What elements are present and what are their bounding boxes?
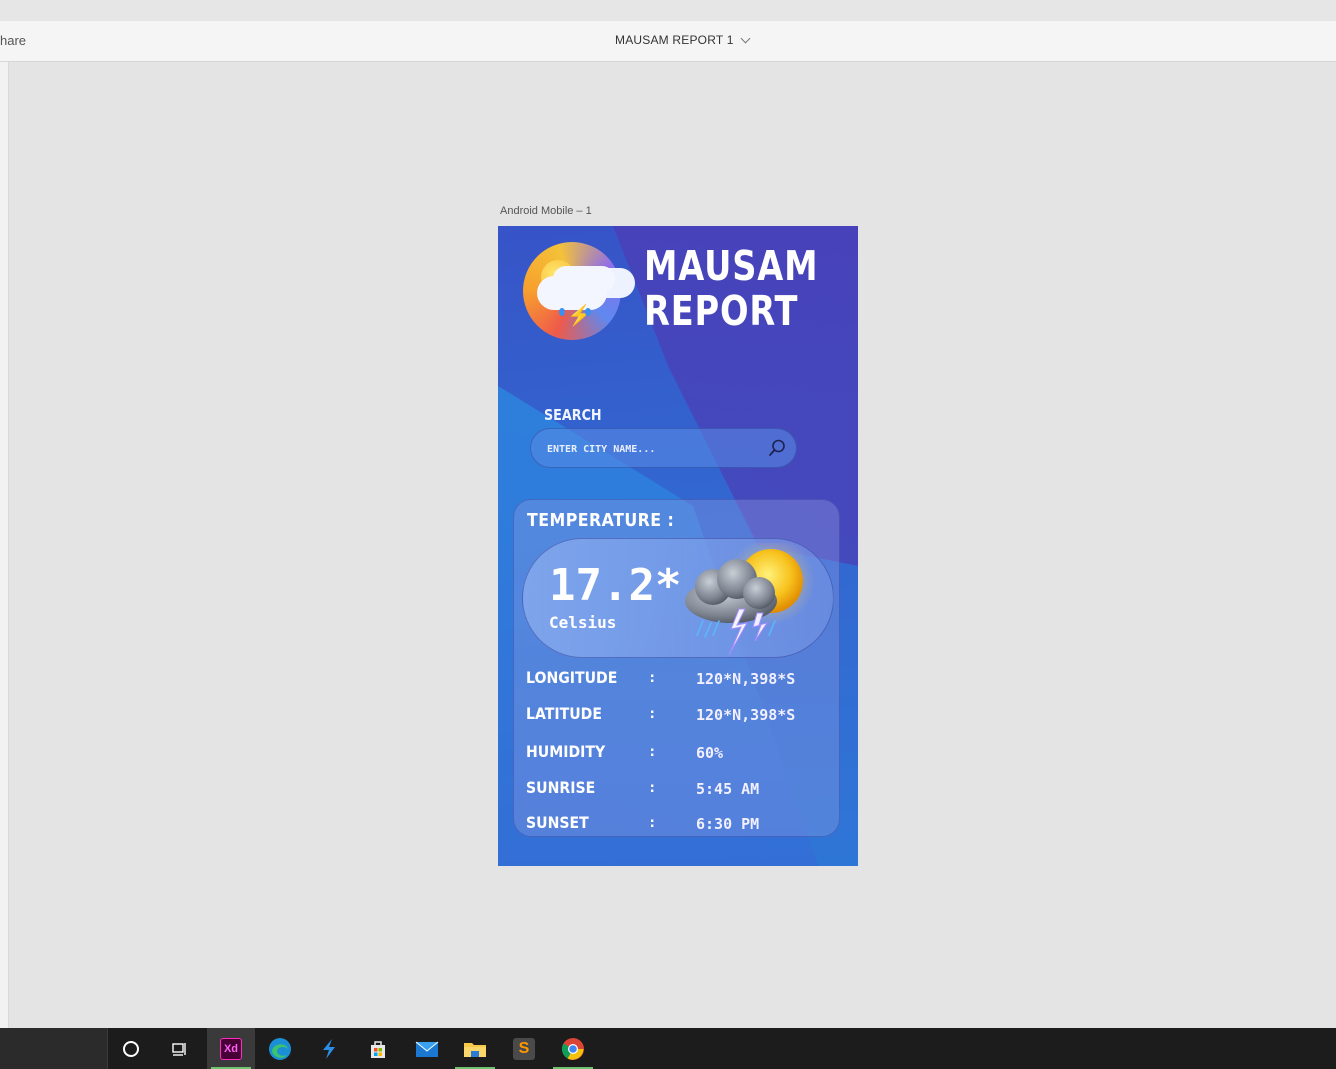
task-view-icon[interactable] — [156, 1028, 204, 1069]
app-header: hare MAUSAM REPORT 1 — [0, 21, 1336, 62]
left-panel-edge — [0, 62, 9, 1028]
latitude-label: LATITUDE — [526, 704, 602, 723]
city-search-input[interactable] — [545, 438, 759, 460]
separator: : — [648, 780, 657, 796]
humidity-label: HUMIDITY — [526, 742, 606, 761]
document-title-dropdown[interactable]: MAUSAM REPORT 1 — [615, 33, 751, 47]
separator: : — [648, 706, 657, 722]
cortana-circle-icon[interactable] — [107, 1028, 155, 1069]
window-top-strip — [0, 0, 1336, 21]
detail-row-latitude: LATITUDE : 120*N,398*S — [526, 704, 826, 726]
search-label: SEARCH — [544, 406, 602, 424]
separator: : — [648, 815, 657, 831]
separator: : — [648, 670, 657, 686]
temperature-unit: Celsius — [549, 613, 617, 632]
detail-row-longitude: LONGITUDE : 120*N,398*S — [526, 668, 826, 690]
thunderstorm-sun-icon — [685, 543, 813, 656]
longitude-label: LONGITUDE — [526, 668, 618, 687]
raindrop-icon — [559, 308, 565, 316]
app-title: MAUSAM REPORT — [644, 244, 818, 334]
artboard[interactable]: ⚡ MAUSAM REPORT SEARCH TEMPERATURE : 17.… — [498, 226, 858, 866]
detail-row-sunrise: SUNRISE : 5:45 AM — [526, 778, 826, 800]
adobe-xd-icon[interactable]: Xd — [207, 1028, 255, 1069]
temperature-label: TEMPERATURE : — [527, 510, 675, 531]
raindrop-icon — [585, 308, 591, 316]
taskbar: Xd S — [0, 1028, 1336, 1069]
detail-row-sunset: SUNSET : 6:30 PM — [526, 813, 826, 835]
search-box[interactable] — [530, 428, 797, 468]
edge-icon[interactable] — [256, 1028, 304, 1069]
latitude-value: 120*N,398*S — [696, 706, 796, 724]
sublime-text-label: S — [513, 1037, 535, 1060]
sunset-value: 6:30 PM — [696, 815, 760, 833]
app-title-line2: REPORT — [644, 287, 799, 335]
store-icon[interactable] — [354, 1028, 402, 1069]
sunset-label: SUNSET — [526, 813, 589, 832]
artboard-label[interactable]: Android Mobile – 1 — [500, 205, 592, 217]
weather-details-card: TEMPERATURE : 17.2* Celsius LONGITUDE: … — [513, 499, 840, 837]
weather-logo-icon: ⚡ — [523, 242, 621, 340]
temperature-panel: 17.2* Celsius — [522, 538, 834, 658]
taskbar-search-box[interactable] — [0, 1028, 108, 1069]
separator: : — [648, 744, 657, 760]
chrome-icon[interactable] — [549, 1028, 597, 1069]
document-title: MAUSAM REPORT 1 — [615, 33, 734, 47]
sunrise-label: SUNRISE — [526, 778, 596, 797]
file-explorer-icon[interactable] — [451, 1028, 499, 1069]
sunrise-value: 5:45 AM — [696, 780, 760, 798]
app-title-line1: MAUSAM — [644, 242, 819, 290]
detail-row-humidity: HUMIDITY : 60% — [526, 742, 826, 764]
temperature-value: 17.2* — [549, 560, 682, 611]
share-button[interactable]: hare — [0, 33, 26, 48]
humidity-value: 60% — [696, 744, 724, 762]
mail-icon[interactable] — [403, 1028, 451, 1069]
search-icon[interactable] — [767, 438, 787, 458]
longitude-value: 120*N,398*S — [696, 670, 796, 688]
chevron-down-icon — [740, 33, 751, 43]
visual-studio-icon[interactable] — [305, 1028, 353, 1069]
adobe-xd-label: Xd — [220, 1037, 242, 1060]
sublime-text-icon[interactable]: S — [500, 1028, 548, 1069]
